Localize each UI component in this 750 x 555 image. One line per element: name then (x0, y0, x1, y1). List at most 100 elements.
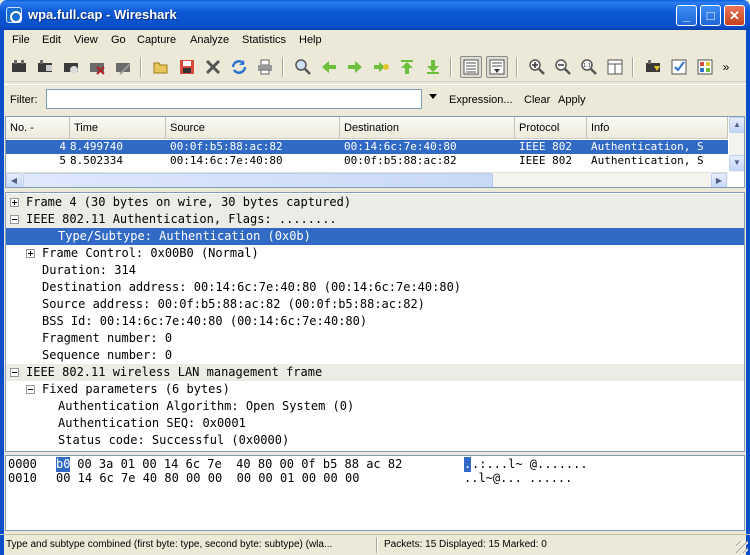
packet-cell-source: 00:0f:b5:88:ac:82 (170, 140, 283, 153)
find-icon[interactable] (292, 56, 314, 78)
detail-tree-row[interactable]: Fragment number: 0 (6, 330, 744, 347)
collapse-minus-icon[interactable] (10, 368, 19, 377)
menu-help[interactable]: Help (299, 34, 322, 46)
go-to-icon[interactable] (370, 56, 392, 78)
expand-plus-icon[interactable] (26, 249, 35, 258)
menu-file[interactable]: File (12, 34, 30, 46)
packet-bytes-pane[interactable]: 0000 b0 00 3a 01 00 14 6c 7e 40 80 00 0f … (5, 455, 745, 531)
capture-options-icon[interactable] (34, 56, 56, 78)
detail-tree-row[interactable]: Type/Subtype: Authentication (0x0b) (6, 228, 744, 245)
menu-edit[interactable]: Edit (42, 34, 61, 46)
first-packet-icon[interactable] (396, 56, 418, 78)
auto-scroll-icon[interactable] (486, 56, 508, 78)
close-icon[interactable] (202, 56, 224, 78)
filter-label: Filter: (10, 94, 38, 106)
packet-list-horizontal-scrollbar[interactable]: ◀ ▶ (6, 172, 728, 187)
colorize-icon[interactable] (460, 56, 482, 78)
save-icon[interactable] (176, 56, 198, 78)
detail-tree-row[interactable]: Authentication SEQ: 0x0001 (6, 415, 744, 432)
interface-list-icon[interactable] (8, 56, 30, 78)
expand-plus-icon[interactable] (10, 198, 19, 207)
filter-input[interactable] (46, 89, 422, 109)
maximize-button[interactable]: □ (700, 5, 721, 26)
packet-list-vertical-scrollbar[interactable]: ▲ ▼ (729, 117, 744, 172)
status-bar: Type and subtype combined (first byte: t… (0, 534, 750, 555)
detail-tree-row[interactable]: Destination address: 00:14:6c:7e:40:80 (… (6, 279, 744, 296)
status-field-info: Type and subtype combined (first byte: t… (6, 539, 333, 550)
resize-grip-icon[interactable] (736, 541, 748, 553)
display-filters-icon[interactable] (668, 56, 690, 78)
restart-capture-icon[interactable] (112, 56, 134, 78)
packet-row[interactable]: 4 8.499740 00:0f:b5:88:ac:82 00:14:6c:7e:40… (6, 140, 728, 154)
detail-tree-row[interactable]: Duration: 314 (6, 262, 744, 279)
resize-columns-icon[interactable] (604, 56, 626, 78)
apply-button[interactable]: Apply (558, 94, 586, 106)
scroll-left-icon[interactable]: ◀ (6, 173, 22, 187)
detail-tree-row[interactable]: Status code: Successful (0x0000) (6, 432, 744, 449)
detail-text: Type/Subtype: Authentication (0x0b) (58, 229, 311, 243)
forward-icon[interactable] (344, 56, 366, 78)
detail-tree-row[interactable]: Sequence number: 0 (6, 347, 744, 364)
hex-bytes: 00 3a 01 00 14 6c 7e 40 80 00 0f b5 88 a… (70, 457, 403, 471)
collapse-minus-icon[interactable] (26, 385, 35, 394)
scroll-thumb[interactable] (23, 173, 493, 187)
title-bar[interactable]: wpa.full.cap - Wireshark _ □ ✕ (0, 0, 750, 30)
capture-filters-icon[interactable] (642, 56, 664, 78)
packet-details-pane[interactable]: Frame 4 (30 bytes on wire, 30 bytes capt… (5, 192, 745, 452)
minimize-button[interactable]: _ (676, 5, 697, 26)
print-icon[interactable] (254, 56, 276, 78)
detail-tree-row[interactable]: Frame Control: 0x00B0 (Normal) (6, 245, 744, 262)
last-packet-icon[interactable] (422, 56, 444, 78)
column-header-source[interactable]: Source (166, 117, 340, 139)
packet-row[interactable]: 5 8.502334 00:14:6c:7e:40:80 00:0f:b5:88:ac… (6, 154, 728, 168)
detail-tree-row[interactable]: IEEE 802.11 Authentication, Flags: .....… (6, 211, 744, 228)
detail-text: IEEE 802.11 Authentication, Flags: .....… (26, 212, 337, 226)
detail-tree-row[interactable]: Source address: 00:0f:b5:88:ac:82 (00:0f… (6, 296, 744, 313)
column-header-info[interactable]: Info (587, 117, 728, 139)
ascii-text: ..l~@... ...... (464, 471, 573, 485)
detail-text: Fixed parameters (6 bytes) (42, 382, 230, 396)
detail-tree-row[interactable]: IEEE 802.11 wireless LAN management fram… (6, 364, 744, 381)
column-header-time[interactable]: Time (70, 117, 166, 139)
coloring-rules-icon[interactable] (694, 56, 716, 78)
toolbar-overflow-button[interactable]: » (718, 56, 734, 78)
status-divider[interactable] (376, 537, 378, 553)
menu-capture[interactable]: Capture (137, 34, 176, 46)
scroll-right-icon[interactable]: ▶ (711, 173, 727, 187)
hex-offset: 0010 (8, 471, 37, 485)
detail-tree-row[interactable]: BSS Id: 00:14:6c:7e:40:80 (00:14:6c:7e:4… (6, 313, 744, 330)
zoom-100-icon[interactable]: 1:1 (578, 56, 600, 78)
detail-tree-row[interactable]: Authentication Algorithm: Open System (0… (6, 398, 744, 415)
scroll-up-icon[interactable]: ▲ (729, 117, 744, 133)
column-header-no[interactable]: No. - (6, 117, 70, 139)
zoom-in-icon[interactable] (526, 56, 548, 78)
packet-cell-protocol: IEEE 802 (519, 140, 572, 153)
detail-tree-row[interactable]: Fixed parameters (6 bytes) (6, 381, 744, 398)
detail-text: Sequence number: 0 (42, 348, 173, 362)
menu-view[interactable]: View (74, 34, 98, 46)
menu-analyze[interactable]: Analyze (190, 34, 229, 46)
expression-button[interactable]: Expression... (449, 94, 513, 106)
menu-go[interactable]: Go (111, 34, 126, 46)
wireshark-app-icon (6, 7, 22, 23)
start-capture-icon[interactable] (60, 56, 82, 78)
column-header-protocol[interactable]: Protocol (515, 117, 587, 139)
column-header-destination[interactable]: Destination (340, 117, 515, 139)
hex-offset: 0000 (8, 457, 37, 471)
hex-byte-selected: b0 (56, 457, 71, 472)
stop-capture-icon[interactable] (86, 56, 108, 78)
menu-statistics[interactable]: Statistics (242, 34, 286, 46)
collapse-minus-icon[interactable] (10, 215, 19, 224)
zoom-out-icon[interactable] (552, 56, 574, 78)
scroll-down-icon[interactable]: ▼ (729, 155, 744, 171)
detail-tree-row[interactable]: Frame 4 (30 bytes on wire, 30 bytes capt… (6, 194, 744, 211)
back-icon[interactable] (318, 56, 340, 78)
packet-list-pane[interactable]: No. - Time Source Destination Protocol I… (5, 116, 745, 188)
reload-icon[interactable] (228, 56, 250, 78)
open-icon[interactable] (150, 56, 172, 78)
clear-button[interactable]: Clear (524, 94, 550, 106)
overflow-chevron-icon: » (722, 60, 730, 74)
main-toolbar: 1:1 » (4, 52, 746, 82)
close-button[interactable]: ✕ (724, 5, 745, 26)
filter-dropdown-icon[interactable] (429, 94, 437, 99)
